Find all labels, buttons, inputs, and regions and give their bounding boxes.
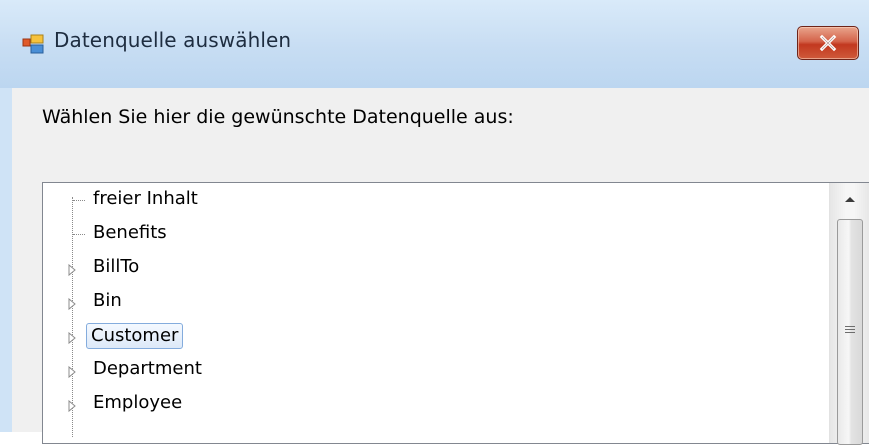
tree-item-billto[interactable]: BillTo (43, 253, 823, 283)
expand-arrow-icon[interactable] (65, 329, 79, 345)
tree-connector (73, 234, 85, 235)
expand-arrow-icon[interactable] (65, 363, 79, 379)
window-title: Datenquelle auswählen (54, 28, 292, 52)
expand-arrow-icon[interactable] (65, 397, 79, 413)
tree-item-label: Customer (86, 323, 184, 349)
tree-item-freier-inhalt[interactable]: freier Inhalt (43, 185, 823, 215)
close-button[interactable] (797, 26, 859, 60)
expand-arrow-icon[interactable] (65, 295, 79, 311)
prompt-label: Wählen Sie hier die gewünschte Datenquel… (42, 106, 514, 128)
scroll-thumb[interactable] (837, 219, 863, 445)
tree-connector (73, 200, 85, 201)
scroll-up-button[interactable] (836, 189, 864, 213)
tree-item-label: freier Inhalt (93, 188, 198, 209)
tree-item-label: Benefits (93, 222, 167, 243)
title-bar[interactable]: Datenquelle auswählen (0, 0, 869, 88)
tree-item-benefits[interactable]: Benefits (43, 219, 823, 249)
dialog-body: Wählen Sie hier die gewünschte Datenquel… (12, 88, 869, 445)
datasource-tree[interactable]: freier Inhalt Benefits BillTo Bin Custom… (42, 182, 869, 445)
vertical-scrollbar[interactable] (829, 183, 869, 445)
close-icon (819, 34, 837, 52)
grip-icon (845, 326, 855, 336)
tree-item-label: Department (93, 358, 202, 379)
chevron-up-icon (845, 197, 855, 202)
tree-item-customer[interactable]: Customer (43, 321, 823, 351)
tree-item-department[interactable]: Department (43, 355, 823, 385)
expand-arrow-icon[interactable] (65, 261, 79, 277)
tree-item-label: Employee (93, 392, 183, 413)
tree-item-label: BillTo (93, 256, 140, 277)
tree-item-employee[interactable]: Employee (43, 389, 823, 419)
dialog-window: Datenquelle auswählen Wählen Sie hier di… (0, 0, 869, 445)
tree-item-label: Bin (93, 290, 122, 311)
tree-item-bin[interactable]: Bin (43, 287, 823, 317)
app-icon (22, 34, 44, 54)
